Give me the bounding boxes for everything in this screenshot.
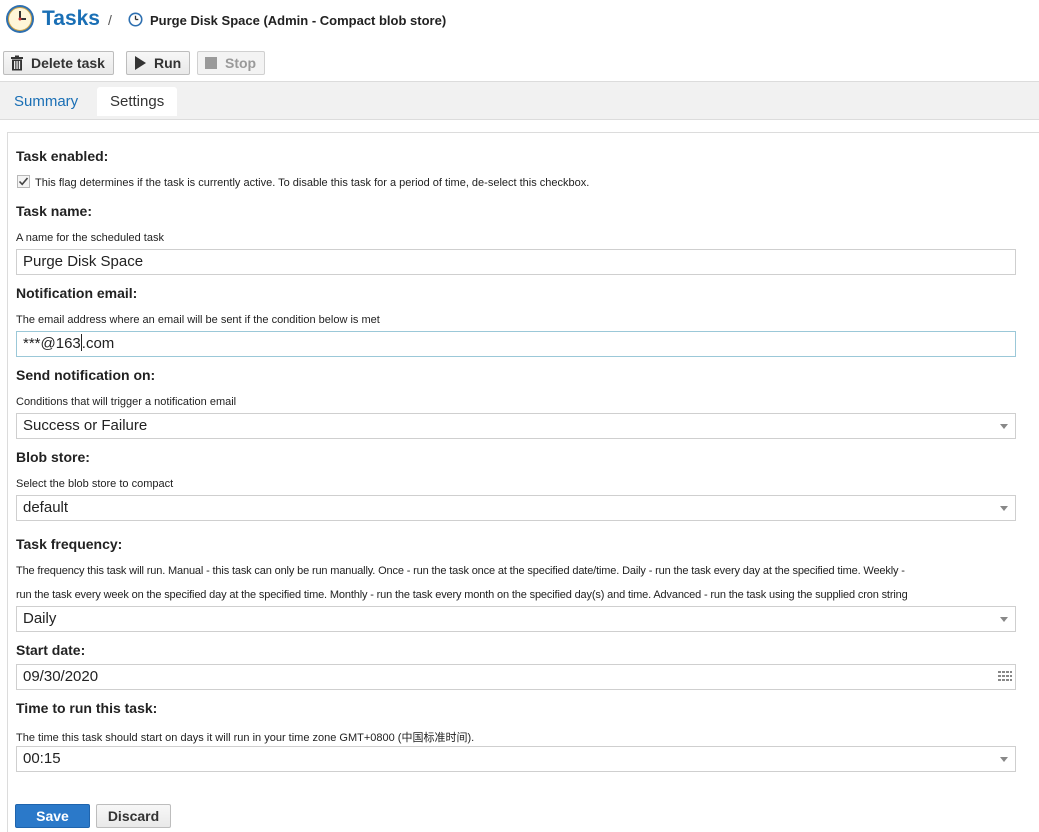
start-date-label: Start date:	[16, 642, 86, 658]
tab-settings[interactable]: Settings	[97, 87, 178, 116]
time-to-run-value: 00:15	[23, 750, 61, 767]
task-frequency-help-line1: The frequency this task will run. Manual…	[16, 565, 905, 577]
time-to-run-label: Time to run this task:	[16, 700, 158, 716]
send-notification-label: Send notification on:	[16, 367, 156, 383]
discard-button[interactable]: Discard	[96, 804, 171, 828]
page-title[interactable]: Tasks	[42, 7, 100, 31]
run-label: Run	[154, 55, 182, 71]
blob-store-select[interactable]: default	[16, 495, 1016, 521]
chevron-down-icon[interactable]	[1000, 617, 1008, 622]
blob-store-help: Select the blob store to compact	[16, 478, 174, 490]
clock-icon	[128, 12, 143, 27]
run-button[interactable]: Run	[126, 51, 191, 75]
delete-task-label: Delete task	[31, 55, 105, 71]
send-notification-value: Success or Failure	[23, 417, 148, 434]
delete-task-button[interactable]: Delete task	[3, 51, 114, 75]
email-value-part1: ***@163	[23, 335, 81, 352]
breadcrumb-separator: /	[108, 12, 112, 28]
checkbox-icon[interactable]	[17, 175, 30, 188]
page-header: Tasks / Purge Disk Space (Admin - Compac…	[0, 0, 1039, 44]
play-icon	[135, 56, 146, 70]
blob-store-value: default	[23, 499, 69, 516]
task-enabled-help: This flag determines if the task is curr…	[35, 177, 590, 189]
chevron-down-icon[interactable]	[1000, 424, 1008, 429]
start-date-value: 09/30/2020	[23, 668, 99, 685]
trash-icon	[11, 55, 23, 71]
task-name-help: A name for the scheduled task	[16, 232, 164, 244]
task-frequency-label: Task frequency:	[16, 536, 123, 552]
blob-store-label: Blob store:	[16, 449, 90, 465]
stop-icon	[205, 57, 217, 69]
tab-summary[interactable]: Summary	[1, 87, 91, 116]
task-frequency-help-line2: run the task every week on the specified…	[16, 589, 908, 601]
calendar-icon[interactable]	[997, 669, 1013, 685]
task-name-value: Purge Disk Space	[23, 253, 144, 270]
task-enabled-label: Task enabled:	[16, 148, 109, 164]
start-date-input[interactable]: 09/30/2020	[16, 664, 1016, 690]
toolbar: Delete task Run Stop	[0, 48, 1039, 80]
clock-icon	[6, 5, 34, 33]
chevron-down-icon[interactable]	[1000, 757, 1008, 762]
time-to-run-help: The time this task should start on days …	[16, 732, 475, 744]
tab-bar: Summary Settings	[0, 81, 1039, 120]
notification-email-input[interactable]: ***@163.com	[16, 331, 1016, 357]
task-frequency-value: Daily	[23, 610, 57, 627]
send-notification-select[interactable]: Success or Failure	[16, 413, 1016, 439]
save-button[interactable]: Save	[15, 804, 90, 828]
task-name-label: Task name:	[16, 203, 92, 219]
notification-email-help: The email address where an email will be…	[16, 314, 380, 326]
chevron-down-icon[interactable]	[1000, 506, 1008, 511]
stop-button[interactable]: Stop	[197, 51, 266, 75]
email-value-part2: .com	[81, 335, 115, 352]
send-notification-help: Conditions that will trigger a notificat…	[16, 396, 237, 408]
breadcrumb: Purge Disk Space (Admin - Compact blob s…	[150, 13, 447, 28]
task-name-input[interactable]: Purge Disk Space	[16, 249, 1016, 275]
notification-email-label: Notification email:	[16, 285, 138, 301]
time-to-run-select[interactable]: 00:15	[16, 746, 1016, 772]
task-frequency-select[interactable]: Daily	[16, 606, 1016, 632]
stop-label: Stop	[225, 55, 257, 71]
